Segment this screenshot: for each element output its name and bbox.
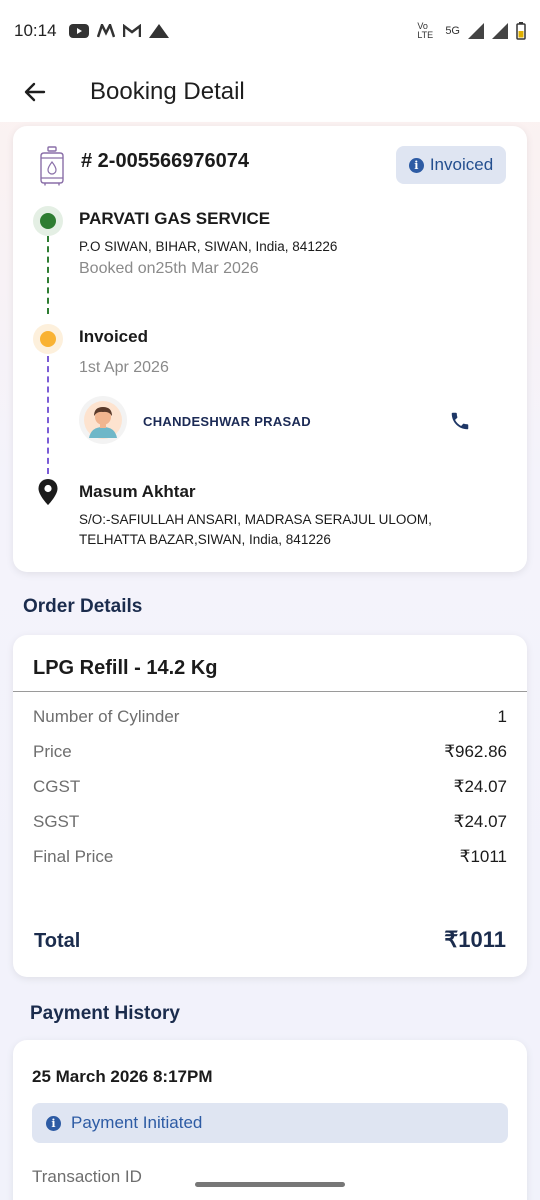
- notification-icons: [68, 24, 169, 38]
- youtube-icon: [68, 24, 89, 38]
- home-indicator[interactable]: [195, 1182, 345, 1187]
- row-value-sgst: ₹24.07: [453, 812, 507, 831]
- agent-avatar-icon: [84, 401, 122, 439]
- row-label-sgst: SGST: [33, 812, 80, 831]
- timeline-dot-booked: [33, 206, 63, 236]
- product-name: LPG Refill - 14.2 Kg: [33, 657, 218, 679]
- booking-id: # 2-005566976074: [81, 150, 249, 172]
- row-value-final-price: ₹1011: [459, 847, 507, 866]
- location-pin-icon: [38, 479, 58, 505]
- row-value-cgst: ₹24.07: [453, 777, 507, 796]
- volte-label: Vo LTE: [417, 21, 434, 40]
- payment-date: 25 March 2026 8:17PM: [32, 1067, 213, 1086]
- timeline-connector-1: [47, 236, 49, 314]
- timeline-dot-invoiced: [33, 324, 63, 354]
- customer-name: Masum Akhtar: [79, 482, 196, 501]
- battery-icon: [516, 22, 526, 40]
- invoiced-label: Invoiced: [79, 327, 148, 346]
- app-bar: Booking Detail: [0, 62, 540, 122]
- booked-on-date: Booked on25th Mar 2026: [79, 260, 259, 277]
- status-badge: i Invoiced: [396, 146, 506, 184]
- info-icon: i: [46, 1115, 61, 1131]
- myntra-icon: [96, 24, 115, 38]
- payment-status-badge: i Payment Initiated: [32, 1103, 508, 1143]
- phone-call-icon[interactable]: [449, 410, 471, 432]
- gas-cylinder-icon: [40, 146, 64, 186]
- customer-address-line-2: TELHATTA BAZAR,SIWAN, India, 841226: [79, 532, 331, 547]
- info-icon: i: [408, 157, 424, 173]
- row-value-price: ₹962.86: [444, 742, 507, 761]
- delivery-agent-name: CHANDESHWAR PRASAD: [143, 414, 311, 429]
- arrow-left-icon: [24, 82, 46, 102]
- total-value: ₹1011: [444, 927, 506, 952]
- row-value-cylinders: 1: [497, 707, 507, 726]
- divider: [13, 691, 527, 692]
- back-button[interactable]: [0, 62, 70, 122]
- system-icons: Vo LTE 5G: [417, 22, 526, 40]
- payment-history-card: 25 March 2026 8:17PM i Payment Initiated…: [13, 1040, 527, 1200]
- distributor-address: P.O SIWAN, BIHAR, SIWAN, India, 841226: [79, 239, 338, 254]
- signal-icon-2: [492, 23, 508, 39]
- total-label: Total: [34, 930, 81, 952]
- timeline-connector-2: [47, 356, 49, 474]
- order-details-card: LPG Refill - 14.2 Kg Number of Cylinder …: [13, 635, 527, 977]
- booking-card: # 2-005566976074 i Invoiced PARVATI GAS …: [13, 126, 527, 572]
- status-time: 10:14: [14, 21, 57, 40]
- status-bar: 10:14 Vo LTE 5G: [0, 0, 540, 62]
- status-badge-label: Invoiced: [429, 155, 494, 174]
- transaction-id-label: Transaction ID: [32, 1167, 142, 1186]
- signal-icon: [468, 23, 484, 39]
- row-label-cylinders: Number of Cylinder: [33, 707, 180, 726]
- row-label-cgst: CGST: [33, 777, 81, 796]
- page-title: Booking Detail: [90, 78, 245, 105]
- customer-address-line-1: S/O:-SAFIULLAH ANSARI, MADRASA SERAJUL U…: [79, 512, 432, 527]
- invoiced-date: 1st Apr 2026: [79, 359, 169, 376]
- row-label-price: Price: [33, 742, 72, 761]
- payment-status-label: Payment Initiated: [71, 1113, 203, 1132]
- drive-icon: [148, 24, 169, 38]
- gmail-icon: [122, 24, 141, 37]
- avatar: [79, 396, 127, 444]
- distributor-name: PARVATI GAS SERVICE: [79, 209, 271, 228]
- order-details-title: Order Details: [23, 596, 143, 617]
- row-label-final-price: Final Price: [33, 847, 114, 866]
- payment-history-title: Payment History: [30, 1003, 180, 1024]
- network-label: 5G: [445, 25, 460, 37]
